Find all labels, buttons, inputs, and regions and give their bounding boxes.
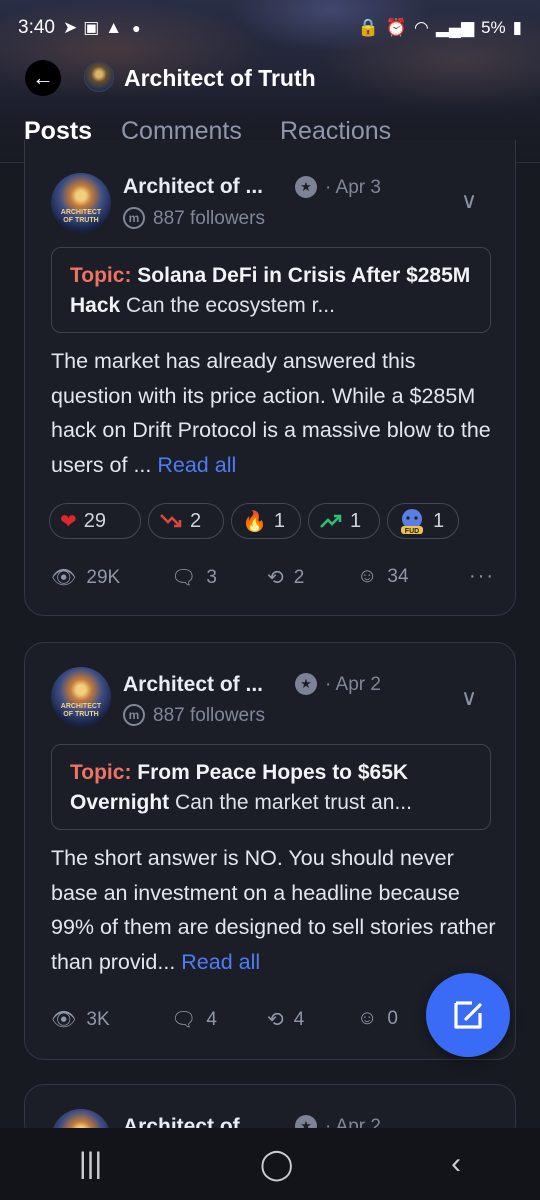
compose-post-button[interactable] xyxy=(426,973,510,1057)
comments-stat[interactable]: 🗨 4 xyxy=(171,1007,217,1032)
read-all-link[interactable]: Read all xyxy=(157,453,236,477)
star-badge-icon: ★ xyxy=(295,673,317,695)
back-nav-icon[interactable]: ‹ xyxy=(451,1147,461,1181)
comment-icon: 🗨 xyxy=(171,567,197,589)
reposts-stat[interactable]: ⟲ 2 xyxy=(267,565,304,590)
author-avatar[interactable]: ARCHITECT OF TRUTH xyxy=(51,173,111,233)
notification-dot-icon: ● xyxy=(132,20,141,36)
fud-label: FUD xyxy=(405,528,419,535)
avatar-logo-text: ARCHITECT OF TRUTH xyxy=(60,703,102,718)
reaction-heart[interactable]: ❤ 29 xyxy=(49,503,141,539)
topic-snippet: Can the ecosystem r... xyxy=(120,294,335,317)
reacts-stat[interactable]: ☺ 0 xyxy=(357,1007,398,1030)
reaction-count: 1 xyxy=(433,509,445,532)
comments-stat[interactable]: 🗨 3 xyxy=(171,565,217,590)
heart-icon: ❤ xyxy=(60,510,77,533)
reaction-bullish[interactable]: 1 xyxy=(308,503,380,539)
reaction-fire[interactable]: 🔥 1 xyxy=(231,503,301,539)
battery-text: 5% xyxy=(481,18,506,37)
avatar-logo-text: ARCHITECT OF TRUTH xyxy=(60,209,102,224)
repost-icon: ⟲ xyxy=(267,1009,284,1031)
topic-label: Topic: xyxy=(70,264,132,287)
reacts-stat[interactable]: ☺ 34 xyxy=(357,565,409,588)
views-count: 29K xyxy=(86,566,121,588)
comment-icon: 🗨 xyxy=(171,1009,197,1031)
topic-snippet: Can the market trust an... xyxy=(169,791,412,814)
header-avatar[interactable] xyxy=(84,62,114,92)
compose-icon xyxy=(454,1001,482,1029)
reaction-count: 29 xyxy=(83,509,107,532)
comments-count: 4 xyxy=(206,1008,217,1030)
star-badge-icon: ★ xyxy=(295,176,317,198)
coinmarketcap-icon: m xyxy=(123,704,145,726)
chevron-down-icon[interactable]: ∨ xyxy=(461,685,477,711)
reposts-count: 4 xyxy=(293,1008,305,1030)
reacts-count: 34 xyxy=(387,565,409,587)
eye-icon: 👁 xyxy=(51,567,77,589)
back-button[interactable]: ← xyxy=(25,60,61,96)
post-body: The market has already answered this que… xyxy=(51,344,497,482)
chevron-down-icon[interactable]: ∨ xyxy=(461,188,477,214)
fud-icon: FUD xyxy=(401,509,423,535)
more-options-icon[interactable]: ··· xyxy=(469,565,495,588)
lock-icon: 🔒 xyxy=(357,18,379,37)
reposts-stat[interactable]: ⟲ 4 xyxy=(267,1007,304,1032)
add-reaction-icon: ☺ xyxy=(357,565,378,587)
profile-title: Architect of Truth xyxy=(124,65,316,91)
battery-icon: ▮ xyxy=(512,18,522,37)
repost-icon: ⟲ xyxy=(267,567,284,589)
app-bar: ← Architect of Truth xyxy=(0,58,540,98)
eye-icon: 👁 xyxy=(51,1009,77,1031)
author-name[interactable]: Architect of ... xyxy=(123,673,263,697)
wifi-icon: ◠ xyxy=(414,18,429,37)
views-stat: 👁 3K xyxy=(51,1007,110,1032)
gallery-icon: ▣ xyxy=(83,18,100,37)
author-name[interactable]: Architect of ... xyxy=(123,175,263,199)
status-time: 3:40 xyxy=(18,17,55,38)
add-reaction-icon: ☺ xyxy=(357,1007,378,1029)
post-body: The short answer is NO. You should never… xyxy=(51,841,497,979)
recent-apps-icon[interactable]: ||| xyxy=(79,1147,102,1181)
trend-up-icon xyxy=(320,514,342,528)
reaction-count: 1 xyxy=(273,509,286,532)
post-date: · Apr 2 xyxy=(325,674,381,695)
followers-count: 887 followers xyxy=(153,208,265,229)
telegram-icon: ➤ xyxy=(62,18,78,37)
topic-label: Topic: xyxy=(70,761,132,784)
post-stats: 👁 29K 🗨 3 ⟲ 2 ☺ 34 ··· xyxy=(51,565,497,595)
comments-count: 3 xyxy=(206,566,217,588)
post-card[interactable]: ARCHITECT OF TRUTH Architect of ... ★ · A… xyxy=(24,140,516,616)
post-date: · Apr 3 xyxy=(325,177,381,198)
trend-down-icon xyxy=(160,514,182,528)
alarm-icon: ⏰ xyxy=(385,18,408,37)
reacts-count: 0 xyxy=(387,1007,398,1029)
system-navigation-bar: ||| ◯ ‹ xyxy=(0,1128,540,1200)
post-text: The market has already answered this que… xyxy=(51,349,491,477)
fire-icon: 🔥 xyxy=(242,510,267,533)
followers-count: 887 followers xyxy=(153,705,265,726)
home-icon[interactable]: ◯ xyxy=(260,1147,294,1182)
topic-box[interactable]: Topic: Solana DeFi in Crisis After $285M… xyxy=(51,247,491,333)
reaction-fud[interactable]: FUD 1 xyxy=(387,503,459,539)
signal-icon: ▂▄▆ xyxy=(435,18,475,37)
reaction-bearish[interactable]: 2 xyxy=(148,503,224,539)
arrow-left-icon: ← xyxy=(32,65,54,90)
author-avatar[interactable]: ARCHITECT OF TRUTH xyxy=(51,667,111,727)
post-text: The short answer is NO. You should never… xyxy=(51,846,496,974)
coinmarketcap-icon: m xyxy=(123,207,145,229)
reaction-count: 2 xyxy=(190,509,202,532)
app-icon: ▲ xyxy=(105,18,123,37)
status-bar: 3:40 ➤ ▣ ▲ ● 🔒 ⏰ ◠ ▂▄▆ 5% ▮ xyxy=(0,0,540,56)
views-count: 3K xyxy=(86,1008,110,1030)
topic-box[interactable]: Topic: From Peace Hopes to $65K Overnigh… xyxy=(51,744,491,830)
views-stat: 👁 29K xyxy=(51,565,120,590)
reaction-count: 1 xyxy=(350,509,362,532)
read-all-link[interactable]: Read all xyxy=(181,950,260,974)
reposts-count: 2 xyxy=(293,566,305,588)
